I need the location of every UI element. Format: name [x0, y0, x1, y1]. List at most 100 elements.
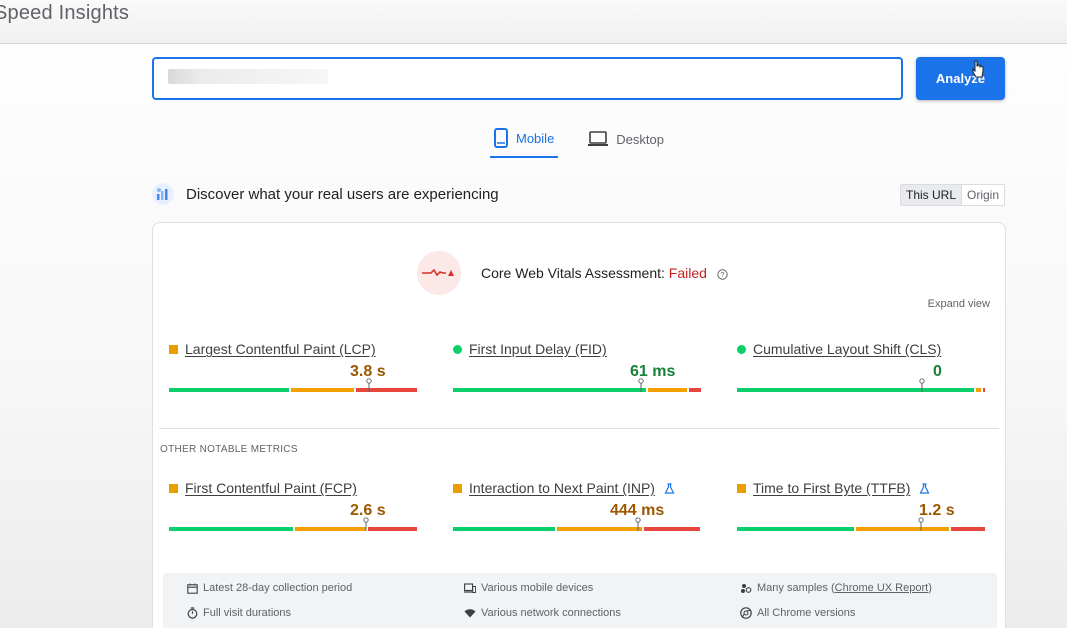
info-text: Latest 28-day collection period: [203, 582, 353, 594]
scope-origin[interactable]: Origin: [962, 185, 1005, 205]
tab-desktop-label: Desktop: [616, 131, 664, 147]
average-segment: [295, 527, 366, 531]
users-data-icon: [152, 183, 174, 205]
failed-assessment-icon: [417, 251, 461, 295]
device-tabs: Mobile Desktop: [490, 120, 694, 160]
info-text: Full visit durations: [203, 607, 292, 619]
metric-name[interactable]: Largest Contentful Paint (LCP): [185, 341, 376, 357]
metric-name[interactable]: Cumulative Layout Shift (CLS): [753, 341, 941, 357]
average-segment: [557, 527, 642, 531]
percentile-marker-icon: [363, 517, 369, 531]
laptop-icon: [588, 131, 609, 146]
distribution-bar: [737, 388, 985, 392]
percentile-marker-icon: [918, 517, 924, 531]
info-samples: Many samples (Chrome UX Report): [740, 582, 932, 594]
info-chrome-versions: All Chrome versions: [740, 607, 855, 619]
poor-segment: [368, 527, 417, 531]
metric-inp: Interaction to Next Paint (INP) 444 ms: [453, 480, 701, 531]
average-indicator-icon: [737, 483, 746, 493]
field-data-header: Discover what your real users are experi…: [152, 183, 499, 205]
metric-fcp: First Contentful Paint (FCP) 2.6 s: [169, 480, 417, 531]
info-text: Various mobile devices: [481, 582, 594, 594]
distribution-bar: [453, 388, 701, 392]
info-visit-durations: Full visit durations: [187, 607, 291, 619]
metric-name[interactable]: First Input Delay (FID): [469, 341, 607, 357]
scope-this-url[interactable]: This URL: [901, 185, 963, 205]
analyze-button[interactable]: Analyze: [916, 57, 1005, 100]
experimental-flask-icon: [919, 482, 930, 494]
chrome-icon: [740, 607, 752, 619]
distribution-bar: [169, 527, 417, 531]
poor-segment: [689, 388, 701, 392]
distribution-bar: [737, 527, 985, 531]
info-collection-period: Latest 28-day collection period: [187, 582, 352, 594]
devices-icon: [464, 582, 476, 593]
metric-value: 61 ms: [630, 363, 676, 380]
metric-ttfb: Time to First Byte (TTFB) 1.2 s: [737, 480, 985, 531]
assessment-label: Core Web Vitals Assessment:: [481, 265, 669, 281]
poor-segment: [644, 527, 700, 531]
collection-info-panel: Latest 28-day collection period Various …: [163, 573, 997, 628]
smartphone-icon: [494, 128, 508, 148]
average-indicator-icon: [453, 483, 462, 493]
average-segment: [291, 388, 354, 392]
percentile-marker-icon: [638, 378, 644, 392]
average-indicator-icon: [169, 344, 178, 354]
info-text: Various network connections: [481, 607, 621, 619]
distribution-bar: [453, 527, 701, 531]
good-indicator-icon: [737, 344, 746, 354]
metric-name[interactable]: Time to First Byte (TTFB): [753, 480, 910, 496]
redacted-url-text: [168, 69, 328, 84]
wifi-icon: [464, 609, 476, 618]
good-segment: [453, 527, 555, 531]
mouse-pointer-icon: [972, 60, 984, 78]
good-segment: [453, 388, 646, 392]
field-data-title: Discover what your real users are experi…: [186, 185, 499, 203]
metric-value: 0: [933, 363, 942, 380]
experimental-flask-icon: [664, 482, 675, 494]
tab-mobile-label: Mobile: [516, 130, 555, 146]
expand-view-link[interactable]: Expand view: [928, 298, 990, 310]
metric-value: 1.2 s: [919, 502, 955, 519]
poor-segment: [983, 388, 985, 392]
info-network: Various network connections: [464, 607, 621, 619]
tab-mobile[interactable]: Mobile: [490, 120, 559, 158]
assessment-status: Failed: [668, 265, 707, 281]
average-segment: [648, 388, 687, 392]
svg-text:?: ?: [720, 272, 724, 279]
info-text: All Chrome versions: [757, 607, 856, 619]
tab-desktop[interactable]: Desktop: [584, 120, 668, 158]
average-segment: [976, 388, 981, 392]
section-divider: [159, 428, 999, 429]
timer-icon: [187, 607, 198, 619]
calendar-icon: [187, 583, 198, 594]
good-indicator-icon: [453, 344, 462, 354]
app-title: Speed Insights: [0, 2, 130, 24]
percentile-marker-icon: [366, 378, 372, 392]
good-segment: [169, 527, 293, 531]
help-icon[interactable]: ?: [717, 269, 728, 280]
poor-segment: [951, 527, 985, 531]
samples-icon: [741, 583, 752, 593]
chrome-ux-report-link[interactable]: Chrome UX Report: [835, 582, 929, 594]
average-indicator-icon: [169, 483, 178, 493]
info-text: Many samples (Chrome UX Report): [757, 582, 932, 594]
url-field[interactable]: [152, 57, 903, 100]
info-devices: Various mobile devices: [464, 582, 593, 594]
info-text-prefix: Many samples (: [757, 582, 835, 594]
top-app-bar: Speed Insights: [0, 0, 1067, 44]
average-segment: [856, 527, 949, 531]
metric-lcp: Largest Contentful Paint (LCP) 3.8 s: [169, 341, 417, 392]
other-metrics-heading: OTHER NOTABLE METRICS: [160, 444, 298, 455]
core-web-vitals-card: Core Web Vitals Assessment: Failed ? Exp…: [152, 222, 1006, 628]
percentile-marker-icon: [635, 517, 641, 531]
info-text-suffix: ): [928, 582, 932, 594]
metric-cls: Cumulative Layout Shift (CLS) 0: [737, 341, 985, 392]
good-segment: [737, 527, 854, 531]
good-segment: [737, 388, 974, 392]
metric-name[interactable]: Interaction to Next Paint (INP): [469, 480, 655, 496]
metric-name[interactable]: First Contentful Paint (FCP): [185, 480, 357, 496]
assessment-title: Core Web Vitals Assessment: Failed ?: [481, 265, 728, 281]
metric-fid: First Input Delay (FID) 61 ms: [453, 341, 701, 392]
distribution-bar: [169, 388, 417, 392]
